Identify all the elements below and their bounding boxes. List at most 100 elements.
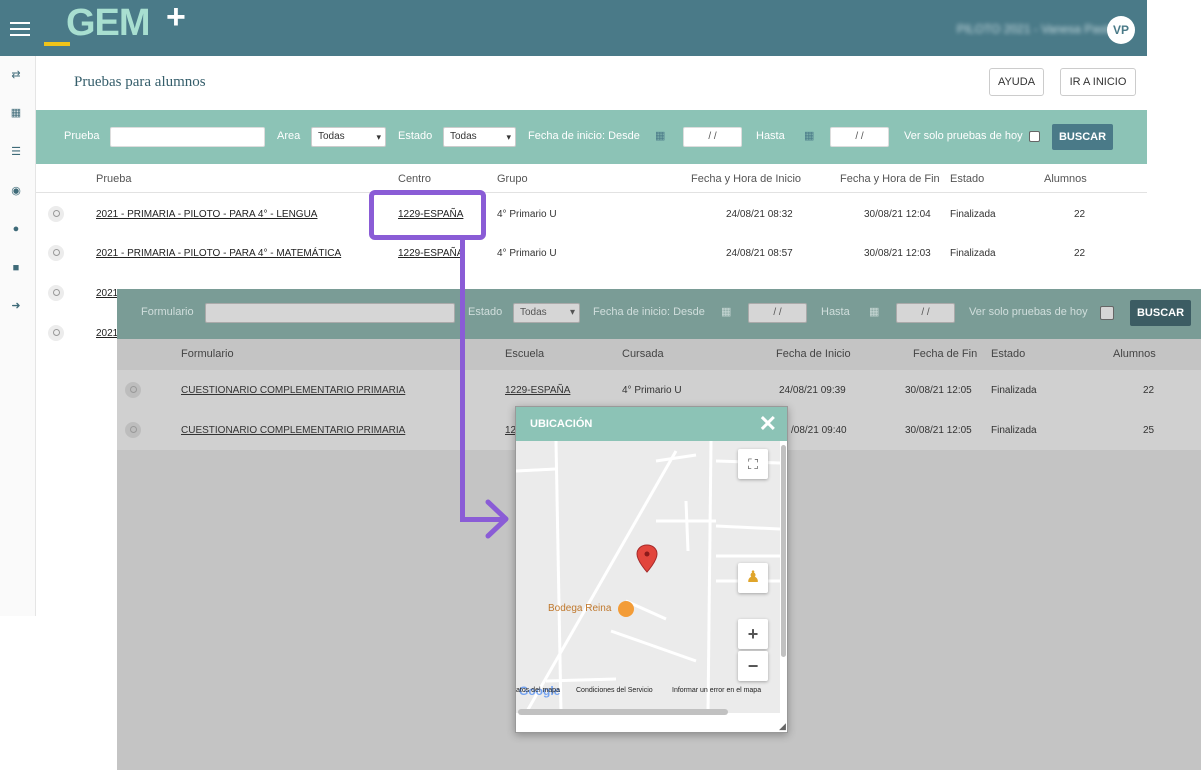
form-link[interactable]: CUESTIONARIO COMPLEMENTARIO PRIMARIA [181, 385, 405, 396]
horizontal-scrollbar[interactable] [518, 709, 728, 715]
column-header[interactable]: Estado [991, 348, 1025, 360]
search-button[interactable]: BUSCAR [1130, 300, 1191, 326]
test-link[interactable]: 2021 [96, 328, 118, 339]
test-link[interactable]: 2021 [96, 288, 118, 299]
today-checkbox[interactable] [1100, 306, 1114, 320]
estado-label: Estado [468, 306, 503, 318]
column-header[interactable]: Prueba [96, 173, 131, 185]
start-cell: /08/21 09:40 [791, 425, 847, 436]
test-link[interactable]: 2021 - PRIMARIA - PILOTO - PARA 4° - MAT… [96, 248, 341, 259]
desde-input[interactable]: / / [683, 127, 742, 147]
view-icon[interactable] [48, 325, 64, 341]
zoom-in-button[interactable]: + [738, 619, 768, 649]
close-icon[interactable]: ✕ [759, 411, 777, 437]
view-icon[interactable] [125, 382, 141, 398]
calendar-icon[interactable]: ▦ [869, 305, 879, 318]
report-error-link[interactable]: Informar un error en el mapa [672, 687, 761, 694]
hasta-label: Hasta [821, 306, 850, 318]
column-header[interactable]: Alumnos [1044, 173, 1087, 185]
column-header[interactable]: Formulario [181, 348, 234, 360]
start-cell: 24/08/21 08:32 [726, 209, 793, 220]
status-cell: Finalizada [950, 248, 996, 259]
calendar-icon[interactable]: ▦ [655, 129, 665, 142]
estado-select[interactable]: Todas ▾ [513, 303, 580, 323]
estado-select[interactable]: Todas ▾ [443, 127, 516, 147]
column-header[interactable]: Fecha y Hora de Inicio [691, 173, 801, 185]
home-button[interactable]: IR A INICIO [1060, 68, 1136, 96]
map-marker-icon[interactable] [636, 544, 658, 573]
hasta-input[interactable]: / / [830, 127, 889, 147]
desde-input[interactable]: / / [748, 303, 807, 323]
desde-label: Fecha de inicio: Desde [528, 130, 640, 142]
arrow-line [460, 240, 465, 522]
view-icon[interactable] [125, 422, 141, 438]
chat-icon[interactable]: ■ [9, 261, 23, 275]
end-cell: 30/08/21 12:03 [864, 248, 931, 259]
place-label[interactable]: Bodega Reina [548, 603, 611, 614]
today-checkbox[interactable] [1029, 131, 1040, 142]
today-label: Ver solo pruebas de hoy [969, 306, 1088, 318]
estado-label: Estado [398, 130, 433, 142]
modal-title: UBICACIÓN [530, 418, 593, 430]
group-cell: 4° Primario U [497, 248, 557, 259]
status-cell: Finalizada [991, 425, 1037, 436]
gamepad-icon[interactable]: ◉ [9, 184, 23, 198]
resize-handle-icon[interactable]: ◢ [779, 721, 786, 732]
hamburger-menu-icon[interactable] [10, 22, 30, 38]
app-logo[interactable]: GEM + [44, 0, 194, 50]
street-view-icon[interactable]: ♟ [738, 563, 768, 593]
students-cell: 22 [1074, 209, 1086, 220]
list-icon[interactable]: ☰ [9, 145, 23, 159]
comment-icon[interactable]: ● [9, 222, 23, 236]
fullscreen-icon[interactable]: ⛶ [738, 449, 768, 479]
group-cell: 4° Primario U [622, 385, 682, 396]
calendar-icon[interactable]: ▦ [721, 305, 731, 318]
divider [36, 192, 1147, 193]
avatar[interactable]: VP [1107, 16, 1135, 44]
swap-icon[interactable]: ⇄ [9, 68, 23, 82]
prueba-input[interactable] [110, 127, 265, 147]
calendar-icon[interactable]: ▦ [804, 129, 814, 142]
view-icon[interactable] [48, 245, 64, 261]
calendar-icon[interactable]: ▦ [9, 106, 23, 120]
column-header[interactable]: Grupo [497, 173, 528, 185]
school-link[interactable]: 1229-ESPAÑA [505, 385, 570, 396]
chevron-down-icon: ▾ [376, 132, 381, 142]
sign-out-icon[interactable]: ➜ [9, 299, 23, 313]
map[interactable]: Bodega Reina ⛶ ♟ + − Google atos del map… [516, 441, 780, 713]
end-cell: 30/08/21 12:04 [864, 209, 931, 220]
terms-link[interactable]: Condiciones del Servicio [576, 687, 653, 694]
area-select[interactable]: Todas ▾ [311, 127, 386, 147]
column-header[interactable]: Fecha de Fin [913, 348, 977, 360]
test-link[interactable]: 2021 - PRIMARIA - PILOTO - PARA 4° - LEN… [96, 209, 317, 220]
search-button[interactable]: BUSCAR [1052, 124, 1113, 150]
arrow-head-icon [485, 499, 509, 539]
centro-link[interactable]: 1229-ESPAÑA [398, 248, 463, 259]
map-data-link[interactable]: atos del mapa [516, 687, 560, 694]
chevron-down-icon: ▾ [506, 132, 511, 142]
view-icon[interactable] [48, 285, 64, 301]
column-header[interactable]: Estado [950, 173, 984, 185]
user-name: PILOTO 2021 - Vanesa Pastor [956, 22, 1119, 36]
form-link[interactable]: CUESTIONARIO COMPLEMENTARIO PRIMARIA [181, 425, 405, 436]
column-header[interactable]: Cursada [622, 348, 664, 360]
column-header[interactable]: Alumnos [1113, 348, 1156, 360]
view-icon[interactable] [48, 206, 64, 222]
filter-bar: Prueba Area Todas ▾ Estado Todas ▾ Fecha d… [36, 110, 1147, 164]
column-header[interactable]: Centro [398, 173, 431, 185]
prueba-label: Prueba [64, 130, 100, 142]
vertical-scrollbar[interactable] [781, 445, 786, 657]
formulario-label: Formulario [141, 306, 194, 318]
zoom-out-button[interactable]: − [738, 651, 768, 681]
end-cell: 30/08/21 12:05 [905, 425, 972, 436]
column-header[interactable]: Escuela [505, 348, 544, 360]
sidebar: ⇄ ▦ ☰ ◉ ● ■ ➜ [0, 56, 36, 616]
column-header[interactable]: Fecha y Hora de Fin [840, 173, 940, 185]
column-header[interactable]: Fecha de Inicio [776, 348, 851, 360]
location-modal: UBICACIÓN ✕ Bodega Reina ⛶ ♟ + − Google … [515, 406, 788, 733]
hasta-input[interactable]: / / [896, 303, 955, 323]
status-cell: Finalizada [950, 209, 996, 220]
help-button[interactable]: AYUDA [989, 68, 1044, 96]
estado-select-value: Todas [520, 307, 547, 318]
formulario-input[interactable] [205, 303, 455, 323]
